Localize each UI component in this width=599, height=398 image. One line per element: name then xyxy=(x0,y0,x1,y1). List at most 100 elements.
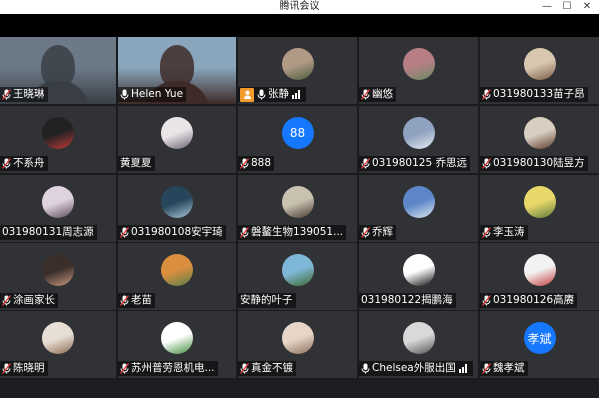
participant-avatar: 孝斌 xyxy=(523,322,556,354)
mic-muted-icon xyxy=(120,363,129,374)
participant-label: 031980125 乔思远 xyxy=(359,156,470,171)
participant-avatar xyxy=(402,48,435,80)
participant-name: 王晓琳 xyxy=(13,88,45,100)
participant-avatar xyxy=(402,117,435,149)
participant-name: 031980108安宇琦 xyxy=(131,226,223,238)
participant-name: 老苗 xyxy=(131,294,152,306)
participant-tile[interactable]: 031980126高赓 xyxy=(480,243,599,310)
mic-muted-icon xyxy=(482,89,491,100)
participant-tile[interactable]: Helen Yue xyxy=(118,37,236,104)
mic-muted-icon xyxy=(240,158,249,169)
participant-label: 李玉涛 xyxy=(480,225,528,240)
participant-name: 涂画家长 xyxy=(13,294,55,306)
participant-avatar xyxy=(42,322,74,354)
participant-label: 不系舟 xyxy=(0,156,48,171)
participant-tile[interactable]: 031980133苗子昂 xyxy=(480,37,599,104)
participant-avatar xyxy=(281,186,314,218)
participant-name: 黄夏夏 xyxy=(120,157,152,169)
participant-tile[interactable]: 031980122揭鹏海 xyxy=(359,243,478,310)
participant-label: 张静 xyxy=(238,87,306,102)
mic-icon xyxy=(120,89,129,100)
participant-tile[interactable]: 陈晓明 xyxy=(0,311,116,378)
participant-tile[interactable]: 张静 xyxy=(238,37,357,104)
participant-avatar xyxy=(42,186,74,218)
participant-label: 磐鳌生物139051... xyxy=(238,225,347,240)
participant-name: 031980125 乔思远 xyxy=(372,157,467,169)
participant-name: 李玉涛 xyxy=(493,226,525,238)
participant-avatar xyxy=(402,186,435,218)
participant-tile[interactable]: 黄夏夏 xyxy=(118,106,236,173)
mic-muted-icon xyxy=(2,158,11,169)
participant-label: 031980131周志源 xyxy=(0,225,97,240)
mic-muted-icon xyxy=(361,89,370,100)
participant-label: 真金不镀 xyxy=(238,361,296,376)
participant-label: 幽悠 xyxy=(359,87,396,102)
participant-name: 031980126高赓 xyxy=(493,294,575,306)
participant-label: 黄夏夏 xyxy=(118,156,155,171)
participant-name: 031980131周志源 xyxy=(2,226,94,238)
participant-name: 苏州普劳恩机电... xyxy=(131,362,215,374)
mic-muted-icon xyxy=(2,363,11,374)
participant-tile[interactable]: 苏州普劳恩机电... xyxy=(118,311,236,378)
participant-label: Helen Yue xyxy=(118,87,187,102)
mic-muted-icon xyxy=(2,295,11,306)
participant-name: 陈晓明 xyxy=(13,362,45,374)
participant-label: 031980108安宇琦 xyxy=(118,225,226,240)
maximize-icon[interactable]: ☐ xyxy=(557,0,577,14)
participant-label: 888 xyxy=(238,156,275,171)
participant-tile[interactable]: 李玉涛 xyxy=(480,175,599,242)
minimize-icon[interactable]: — xyxy=(537,0,557,14)
participant-name: 真金不镀 xyxy=(251,362,293,374)
participant-tile[interactable]: 031980130陆昱方 xyxy=(480,106,599,173)
participant-avatar xyxy=(42,117,74,149)
participant-label: 涂画家长 xyxy=(0,293,58,308)
participant-tile[interactable]: 孝斌 魏孝斌 xyxy=(480,311,599,378)
participant-tile[interactable]: 王晓琳 xyxy=(0,37,116,104)
participant-avatar xyxy=(161,186,193,218)
close-icon[interactable]: ✕ xyxy=(577,0,597,14)
participant-tile[interactable]: 磐鳌生物139051... xyxy=(238,175,357,242)
participant-avatar xyxy=(523,48,556,80)
mic-muted-icon xyxy=(361,158,370,169)
participant-tile[interactable]: 老苗 xyxy=(118,243,236,310)
participant-tile[interactable]: 不系舟 xyxy=(0,106,116,173)
participant-label: Chelsea外服出国 xyxy=(359,361,473,376)
mic-muted-icon xyxy=(240,363,249,374)
participant-tile[interactable]: 88 888 xyxy=(238,106,357,173)
participant-name: 张静 xyxy=(268,88,289,100)
window-controls: — ☐ ✕ xyxy=(537,0,597,14)
participant-avatar xyxy=(523,254,556,286)
participant-label: 王晓琳 xyxy=(0,87,48,102)
title-bar: 腾讯会议 — ☐ ✕ xyxy=(0,0,599,14)
participant-tile[interactable]: 真金不镀 xyxy=(238,311,357,378)
mic-muted-icon xyxy=(2,89,11,100)
participant-tile[interactable]: 安静的叶子 xyxy=(238,243,357,310)
participant-name: 031980133苗子昂 xyxy=(493,88,585,100)
window-title: 腾讯会议 xyxy=(279,1,320,12)
participant-tile[interactable]: 031980108安宇琦 xyxy=(118,175,236,242)
meeting-top-bar xyxy=(0,14,599,37)
participant-tile[interactable]: 乔辉 xyxy=(359,175,478,242)
participant-tile[interactable]: 031980125 乔思远 xyxy=(359,106,478,173)
participant-avatar xyxy=(161,254,193,286)
participant-avatar xyxy=(402,322,435,354)
participant-label: 乔辉 xyxy=(359,225,396,240)
signal-icon xyxy=(292,90,303,99)
mic-muted-icon xyxy=(482,158,491,169)
participant-tile[interactable]: Chelsea外服出国 xyxy=(359,311,478,378)
participant-name: 幽悠 xyxy=(372,88,393,100)
participant-avatar: 88 xyxy=(281,117,314,149)
participant-avatar xyxy=(281,48,314,80)
participant-avatar xyxy=(161,322,193,354)
participant-tile[interactable]: 幽悠 xyxy=(359,37,478,104)
participant-tile[interactable]: 031980131周志源 xyxy=(0,175,116,242)
participant-name: 磐鳌生物139051... xyxy=(251,226,344,238)
participant-label: 031980133苗子昂 xyxy=(480,87,588,102)
participant-label: 安静的叶子 xyxy=(238,293,296,308)
participant-name: Helen Yue xyxy=(131,88,184,100)
participant-tile[interactable]: 涂画家长 xyxy=(0,243,116,310)
participant-avatar xyxy=(42,254,74,286)
participant-name: 031980122揭鹏海 xyxy=(361,294,453,306)
participant-name: 888 xyxy=(251,157,272,169)
signal-icon xyxy=(458,364,470,373)
